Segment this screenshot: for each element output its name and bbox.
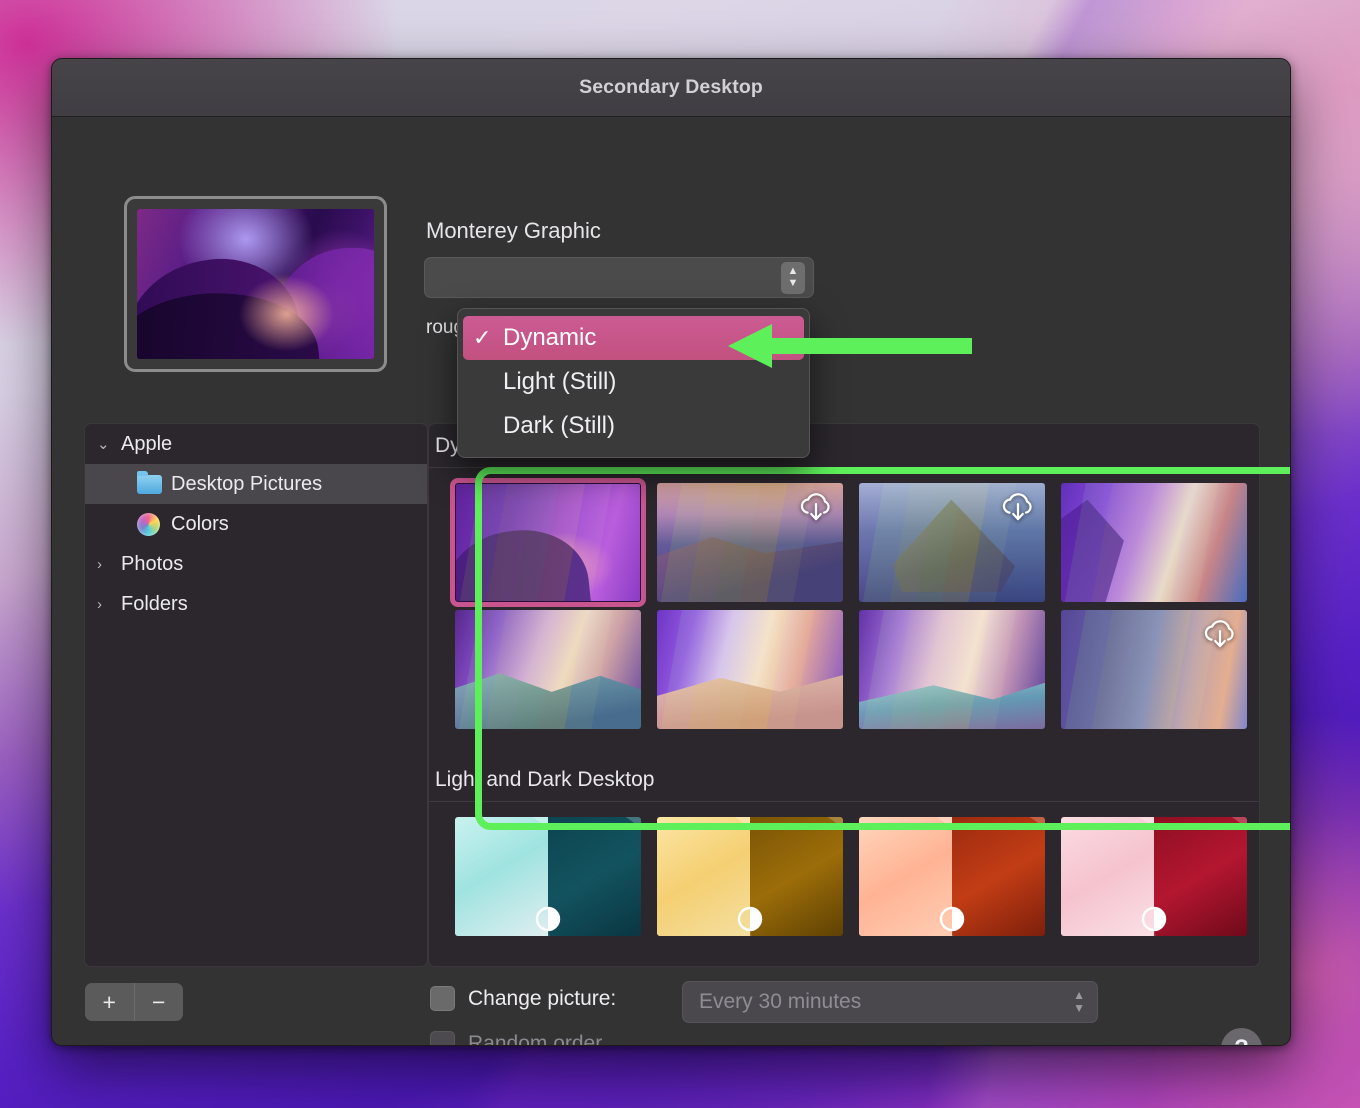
wallpaper-thumb-solar-gradients[interactable] (1061, 610, 1247, 729)
thumb-artwork (455, 610, 641, 729)
wallpaper-thumb-orange-light-dark[interactable] (859, 817, 1045, 936)
wallpaper-thumb-beach[interactable] (859, 610, 1045, 729)
wallpaper-thumb-canyon[interactable] (455, 610, 641, 729)
window-body: Monterey Graphic ▲▼ roughout the day. ✓ … (52, 117, 1290, 1046)
wallpaper-thumb-iridescence[interactable] (1061, 483, 1247, 602)
sidebar-item-label: Photos (121, 553, 183, 576)
thumb-artwork (456, 484, 640, 601)
sidebar-item-apple[interactable]: ⌄ Apple (85, 424, 427, 464)
popup-stepper-icon: ▲▼ (781, 262, 805, 294)
remove-folder-button[interactable]: − (135, 983, 184, 1021)
menu-item-label: Dynamic (503, 324, 596, 352)
source-sidebar: ⌄ Apple Desktop Pictures Colors › Photos… (84, 423, 428, 967)
menu-item-label: Light (Still) (503, 368, 616, 396)
wallpaper-thumb-dunes[interactable] (657, 610, 843, 729)
chevron-right-icon[interactable]: › (97, 596, 121, 613)
dynamic-desktop-grid (429, 468, 1259, 729)
change-picture-row: Change picture: (430, 986, 616, 1011)
wallpaper-thumb-teal-light-dark[interactable] (455, 817, 641, 936)
light-dark-appearance-icon (939, 906, 965, 932)
wallpaper-name-label: Monterey Graphic (426, 218, 601, 244)
color-wheel-icon (137, 513, 171, 536)
light-dark-appearance-icon (737, 906, 763, 932)
green-callout-arrow (728, 322, 972, 370)
chevron-updown-icon: ▲▼ (1073, 989, 1085, 1015)
sidebar-item-folders[interactable]: › Folders (85, 584, 427, 624)
window-titlebar: Secondary Desktop (52, 59, 1290, 117)
thumb-artwork (1061, 483, 1247, 602)
wallpaper-thumb-pink-light-dark[interactable] (1061, 817, 1247, 936)
wallpaper-browser-panel: Dynamic Desktop (428, 423, 1260, 967)
thumb-artwork (657, 610, 843, 729)
current-wallpaper-preview (137, 209, 374, 359)
section-header-light-and-dark-desktop: Light and Dark Desktop (429, 758, 1259, 802)
appearance-popup-button[interactable]: ▲▼ (424, 257, 814, 298)
thumb-artwork (859, 610, 1045, 729)
wallpaper-thumb-catalina[interactable] (859, 483, 1045, 602)
help-button[interactable]: ? (1221, 1028, 1262, 1046)
random-order-label: Random order (468, 1032, 602, 1047)
cloud-download-icon[interactable] (797, 490, 835, 522)
change-interval-popup-button[interactable]: Every 30 minutes ▲▼ (682, 981, 1098, 1023)
random-order-row: Random order (430, 1031, 602, 1046)
sidebar-item-colors[interactable]: Colors (85, 504, 427, 544)
random-order-checkbox[interactable] (430, 1031, 455, 1046)
sidebar-item-label: Folders (121, 593, 188, 616)
wallpaper-thumb-gold-light-dark[interactable] (657, 817, 843, 936)
sidebar-item-label: Desktop Pictures (171, 473, 322, 496)
change-picture-label: Change picture: (468, 987, 616, 1011)
light-dark-appearance-icon (1141, 906, 1167, 932)
sidebar-item-label: Apple (121, 433, 172, 456)
desktop-wallpaper-backdrop: Secondary Desktop Monterey Graphic (0, 0, 1360, 1108)
wallpaper-thumb-big-sur[interactable] (657, 483, 843, 602)
chevron-down-icon[interactable]: ⌄ (97, 435, 121, 453)
checkmark-icon: ✓ (473, 325, 503, 351)
sidebar-item-photos[interactable]: › Photos (85, 544, 427, 584)
chevron-right-icon[interactable]: › (97, 556, 121, 573)
light-dark-desktop-grid (429, 802, 1259, 936)
menu-item-dark-still[interactable]: Dark (Still) (463, 404, 804, 448)
sidebar-item-label: Colors (171, 513, 229, 536)
cloud-download-icon[interactable] (1201, 617, 1239, 649)
display-preview-screen (137, 209, 374, 359)
add-folder-button[interactable]: + (85, 983, 135, 1021)
menu-item-label: Dark (Still) (503, 412, 615, 440)
change-picture-checkbox[interactable] (430, 986, 455, 1011)
wallpaper-thumb-monterey-graphic[interactable] (455, 483, 641, 602)
cloud-download-icon[interactable] (999, 490, 1037, 522)
add-remove-folder-control[interactable]: + − (85, 983, 183, 1021)
display-preview-frame (124, 196, 387, 372)
change-interval-value: Every 30 minutes (699, 990, 1073, 1014)
preview-glow (237, 275, 337, 353)
sidebar-item-desktop-pictures[interactable]: Desktop Pictures (85, 464, 427, 504)
window-title: Secondary Desktop (579, 76, 763, 99)
desktop-preferences-window: Secondary Desktop Monterey Graphic (51, 58, 1291, 1046)
light-dark-appearance-icon (535, 906, 561, 932)
folder-icon (137, 475, 171, 494)
